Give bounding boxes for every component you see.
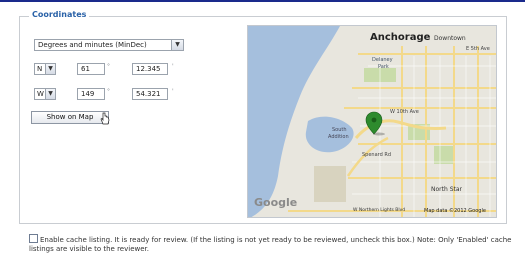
show-on-map-button[interactable]: Show on Map bbox=[31, 111, 109, 124]
map-label-south: South bbox=[332, 127, 347, 133]
top-accent-bar bbox=[0, 0, 525, 2]
degree-symbol: ° bbox=[107, 88, 110, 95]
google-logo: Google bbox=[254, 196, 298, 209]
latitude-hemisphere-select[interactable]: N ▼ bbox=[34, 63, 56, 75]
coordinate-format-value: Degrees and minutes (MinDec) bbox=[38, 41, 147, 49]
chevron-down-icon: ▼ bbox=[45, 64, 55, 74]
map-label-park: Park bbox=[378, 64, 389, 70]
enable-listing-row: Enable cache listing. It is ready for re… bbox=[29, 234, 514, 254]
enable-listing-checkbox[interactable] bbox=[29, 234, 38, 243]
degree-symbol: ° bbox=[107, 63, 110, 70]
latitude-minutes-input[interactable]: 12.345 bbox=[132, 63, 168, 75]
map-data-attribution: Map data ©2012 Google bbox=[424, 208, 486, 214]
chevron-down-icon: ▼ bbox=[171, 40, 183, 50]
map-label-e5th: E 5th Ave bbox=[466, 46, 490, 52]
latitude-degrees-input[interactable]: 61 bbox=[77, 63, 105, 75]
chevron-down-icon: ▼ bbox=[45, 89, 55, 99]
enable-listing-label: Enable cache listing. It is ready for re… bbox=[29, 236, 512, 253]
map-view[interactable]: Anchorage Downtown E 5th Ave Delaney Par… bbox=[247, 25, 497, 218]
map-label-downtown: Downtown bbox=[434, 35, 466, 42]
map-label-city: Anchorage bbox=[370, 32, 431, 43]
map-label-northern-lights: W Northern Lights Blvd bbox=[353, 208, 406, 213]
map-label-north-star: North Star bbox=[431, 186, 462, 193]
coordinate-format-select[interactable]: Degrees and minutes (MinDec) ▼ bbox=[34, 39, 184, 51]
hand-cursor-icon bbox=[100, 112, 110, 125]
map-label-w10th: W 10th Ave bbox=[390, 109, 419, 115]
map-label-addition: Addition bbox=[328, 134, 349, 140]
longitude-minutes-input[interactable]: 54.321 bbox=[132, 88, 168, 100]
minute-symbol: ' bbox=[172, 88, 174, 95]
map-label-delaney: Delaney bbox=[372, 57, 393, 63]
longitude-degrees-input[interactable]: 149 bbox=[77, 88, 105, 100]
longitude-hemisphere-value: W bbox=[37, 90, 44, 98]
coordinates-legend: Coordinates bbox=[29, 10, 90, 19]
minute-symbol: ' bbox=[172, 63, 174, 70]
map-label-spenard: Spenard Rd bbox=[362, 152, 392, 158]
latitude-hemisphere-value: N bbox=[37, 65, 43, 73]
longitude-hemisphere-select[interactable]: W ▼ bbox=[34, 88, 56, 100]
